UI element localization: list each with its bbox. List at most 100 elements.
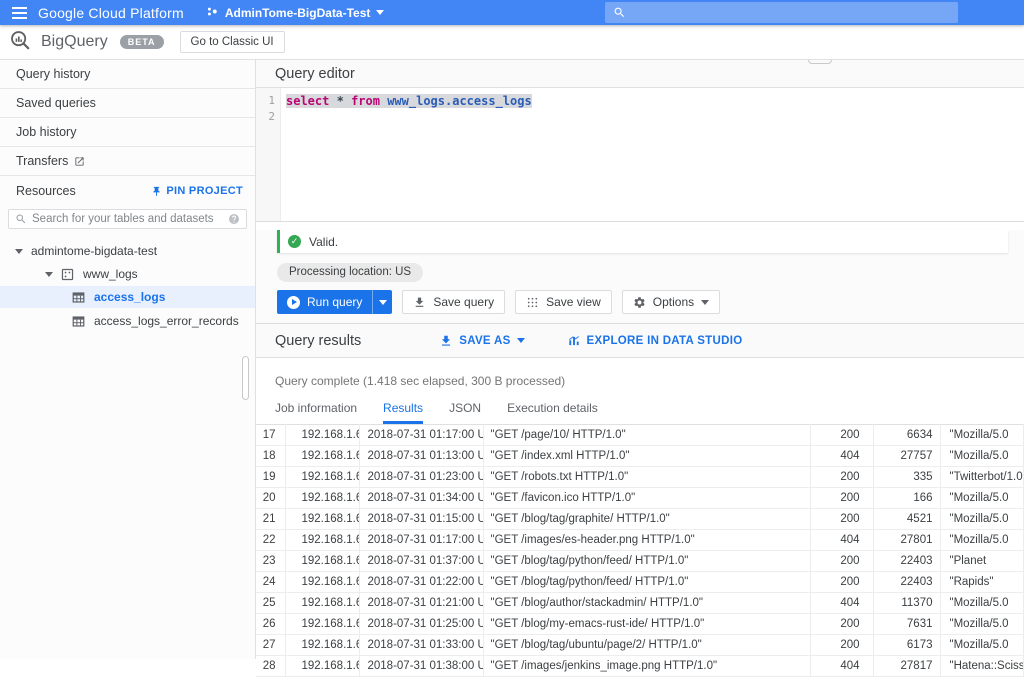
cell-user-agent: "Mozilla/5.0	[940, 593, 1024, 614]
beta-badge: BETA	[120, 35, 164, 49]
save-view-button[interactable]: Save view	[515, 290, 612, 314]
table-row: 17192.168.1.62018-07-31 01:17:00 UTC"GET…	[256, 425, 1024, 446]
main-content: Query editor 1 2 select * from www_logs.…	[256, 60, 1024, 659]
tree-node-table-access-logs[interactable]: access_logs	[0, 286, 255, 308]
tree-node-dataset[interactable]: www_logs	[0, 264, 255, 284]
dataset-icon	[61, 268, 74, 281]
save-query-button[interactable]: Save query	[402, 290, 505, 314]
sql-operator: *	[337, 94, 344, 108]
sidebar-item-label: Transfers	[16, 154, 68, 168]
sidebar-scrollbar-thumb[interactable]	[242, 356, 249, 400]
sidebar-item-label: Query history	[16, 67, 90, 81]
help-icon[interactable]	[228, 213, 240, 225]
external-link-icon	[74, 156, 85, 167]
save-as-button[interactable]: SAVE AS	[439, 334, 524, 348]
sidebar-item-transfers[interactable]: Transfers	[0, 147, 255, 176]
cell-user-agent: "Twitterbot/1.0"	[940, 467, 1024, 488]
cell-user-agent: "Mozilla/5.0	[940, 425, 1024, 446]
table-icon	[72, 291, 85, 304]
cell-user-agent: "Rapids"	[940, 572, 1024, 593]
processing-location-chip[interactable]: Processing location: US	[277, 263, 423, 282]
save-view-label: Save view	[546, 295, 601, 309]
explore-in-data-studio-button[interactable]: EXPLORE IN DATA STUDIO	[567, 334, 743, 348]
menu-icon[interactable]	[0, 7, 38, 19]
cell-user-agent: "Mozilla/5.0	[940, 446, 1024, 467]
cell-request: "GET /images/es-header.png HTTP/1.0"	[483, 530, 810, 551]
dataset-search-input[interactable]	[32, 213, 228, 225]
cell-row-num: 27	[256, 635, 285, 656]
sql-table-identifier: www_logs.access_logs	[387, 94, 532, 108]
cell-request: "GET /robots.txt HTTP/1.0"	[483, 467, 810, 488]
cell-request: "GET /blog/tag/python/feed/ HTTP/1.0"	[483, 572, 810, 593]
cell-request: "GET /page/10/ HTTP/1.0"	[483, 425, 810, 446]
sidebar-item-query-history[interactable]: Query history	[0, 60, 255, 89]
query-status-text: Query complete (1.418 sec elapsed, 300 B…	[256, 358, 1024, 388]
save-as-label: SAVE AS	[459, 335, 510, 347]
table-row: 23192.168.1.62018-07-31 01:37:00 UTC"GET…	[256, 551, 1024, 572]
cell-status: 200	[810, 488, 873, 509]
cell-ip: 192.168.1.6	[285, 425, 359, 446]
tab-execution-details[interactable]: Execution details	[507, 401, 598, 424]
global-search-input[interactable]	[632, 6, 932, 20]
cell-row-num: 20	[256, 488, 285, 509]
cell-user-agent: "Mozilla/5.0	[940, 488, 1024, 509]
chevron-down-icon[interactable]	[45, 272, 53, 277]
sql-editor[interactable]: 1 2 select * from www_logs.access_logs	[256, 88, 1024, 222]
sql-statement: select * from www_logs.access_logs	[286, 93, 1024, 109]
cell-row-num: 18	[256, 446, 285, 467]
tab-results[interactable]: Results	[383, 401, 423, 424]
download-icon	[439, 334, 453, 348]
cell-timestamp: 2018-07-31 01:13:00 UTC	[359, 446, 483, 467]
options-button[interactable]: Options	[622, 290, 720, 314]
global-search-bar[interactable]	[605, 2, 958, 23]
editor-code-area[interactable]: select * from www_logs.access_logs	[281, 88, 1024, 221]
cell-ip: 192.168.1.6	[285, 593, 359, 614]
line-number: 2	[256, 109, 280, 125]
pin-project-label: PIN PROJECT	[166, 185, 243, 197]
cell-bytes: 7631	[873, 614, 940, 635]
cell-row-num: 22	[256, 530, 285, 551]
dataset-search-box[interactable]	[8, 209, 247, 229]
cell-request: "GET /favicon.ico HTTP/1.0"	[483, 488, 810, 509]
pin-project-button[interactable]: PIN PROJECT	[151, 185, 243, 197]
run-query-dropdown-button[interactable]	[372, 290, 392, 314]
cell-row-num: 26	[256, 614, 285, 635]
cell-timestamp: 2018-07-31 01:22:00 UTC	[359, 572, 483, 593]
explore-label: EXPLORE IN DATA STUDIO	[587, 335, 743, 347]
gear-icon	[633, 296, 646, 309]
tab-json[interactable]: JSON	[449, 401, 481, 424]
cell-bytes: 6173	[873, 635, 940, 656]
cell-request: "GET /blog/tag/graphite/ HTTP/1.0"	[483, 509, 810, 530]
grid-icon	[526, 296, 539, 309]
cell-user-agent: "Planet	[940, 551, 1024, 572]
results-table: 17192.168.1.62018-07-31 01:17:00 UTC"GET…	[256, 424, 1024, 677]
cell-timestamp: 2018-07-31 01:34:00 UTC	[359, 488, 483, 509]
search-icon	[613, 6, 626, 19]
cell-row-num: 25	[256, 593, 285, 614]
play-icon	[287, 296, 300, 309]
chevron-down-icon[interactable]	[15, 249, 23, 254]
run-query-button[interactable]: Run query	[277, 290, 372, 314]
tree-node-table-access-logs-error-records[interactable]: access_logs_error_records	[0, 310, 255, 332]
cell-timestamp: 2018-07-31 01:15:00 UTC	[359, 509, 483, 530]
chevron-down-icon	[376, 10, 384, 15]
cell-row-num: 19	[256, 467, 285, 488]
cell-ip: 192.168.1.6	[285, 551, 359, 572]
cell-timestamp: 2018-07-31 01:17:00 UTC	[359, 425, 483, 446]
tab-job-information[interactable]: Job information	[275, 401, 357, 424]
table-row: 20192.168.1.62018-07-31 01:34:00 UTC"GET…	[256, 488, 1024, 509]
cell-request: "GET /blog/tag/ubuntu/page/2/ HTTP/1.0"	[483, 635, 810, 656]
search-icon	[15, 213, 27, 225]
sidebar-item-saved-queries[interactable]: Saved queries	[0, 89, 255, 118]
query-editor-title: Query editor	[275, 66, 355, 82]
cell-status: 200	[810, 614, 873, 635]
cell-timestamp: 2018-07-31 01:23:00 UTC	[359, 467, 483, 488]
go-to-classic-ui-button[interactable]: Go to Classic UI	[180, 31, 285, 53]
project-selector[interactable]: AdminTome-BigData-Test	[206, 5, 385, 21]
sidebar-item-job-history[interactable]: Job history	[0, 118, 255, 147]
table-row: 24192.168.1.62018-07-31 01:22:00 UTC"GET…	[256, 572, 1024, 593]
sidebar-item-label: Job history	[16, 125, 76, 139]
cell-ip: 192.168.1.6	[285, 614, 359, 635]
cell-status: 200	[810, 551, 873, 572]
tree-node-project[interactable]: admintome-bigdata-test	[0, 241, 255, 261]
